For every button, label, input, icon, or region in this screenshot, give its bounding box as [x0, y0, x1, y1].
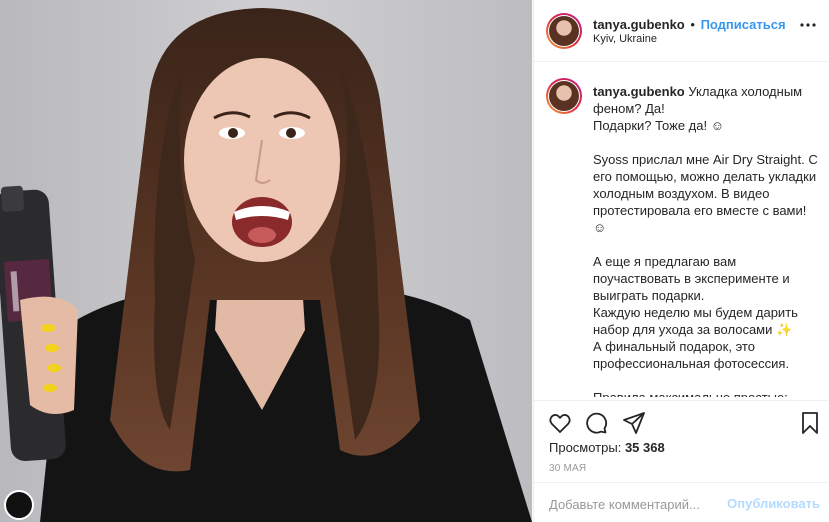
separator-dot: •: [690, 17, 695, 32]
views-label: Просмотры:: [549, 440, 622, 455]
post-date[interactable]: 30 МАЯ: [549, 463, 586, 474]
author-username[interactable]: tanya.gubenko: [593, 17, 685, 32]
action-bar: [534, 400, 829, 440]
heart-icon[interactable]: [548, 411, 572, 435]
post-location[interactable]: Kyiv, Ukraine: [593, 33, 657, 45]
share-icon[interactable]: [622, 411, 646, 435]
caption-author-avatar[interactable]: [546, 78, 582, 114]
post-side-panel: tanya.gubenko • Подписаться Kyiv, Ukrain…: [533, 0, 829, 522]
post-video[interactable]: [0, 0, 532, 522]
views-number: 35 368: [624, 440, 665, 455]
comments-area[interactable]: tanya.gubenko Укладка холодным феном? Да…: [534, 63, 829, 397]
more-icon[interactable]: [798, 20, 818, 30]
views-count: Просмотры: 35 368: [549, 440, 665, 455]
video-frame: [0, 0, 532, 522]
header-line: tanya.gubenko • Подписаться: [593, 17, 786, 32]
caption-username[interactable]: tanya.gubenko: [593, 84, 685, 99]
comment-icon[interactable]: [584, 411, 608, 435]
follow-button[interactable]: Подписаться: [701, 17, 786, 32]
bookmark-icon[interactable]: [798, 411, 822, 435]
add-comment-bar: Опубликовать: [534, 482, 829, 522]
author-avatar[interactable]: [546, 13, 582, 49]
caption-text: Укладка холодным феном? Да! Подарки? Тож…: [593, 84, 818, 397]
publish-button[interactable]: Опубликовать: [727, 496, 820, 511]
post-caption: tanya.gubenko Укладка холодным феном? Да…: [593, 83, 821, 397]
post-header: tanya.gubenko • Подписаться Kyiv, Ukrain…: [534, 0, 829, 62]
video-creator-avatar[interactable]: [4, 490, 34, 520]
comment-input[interactable]: [549, 494, 729, 514]
